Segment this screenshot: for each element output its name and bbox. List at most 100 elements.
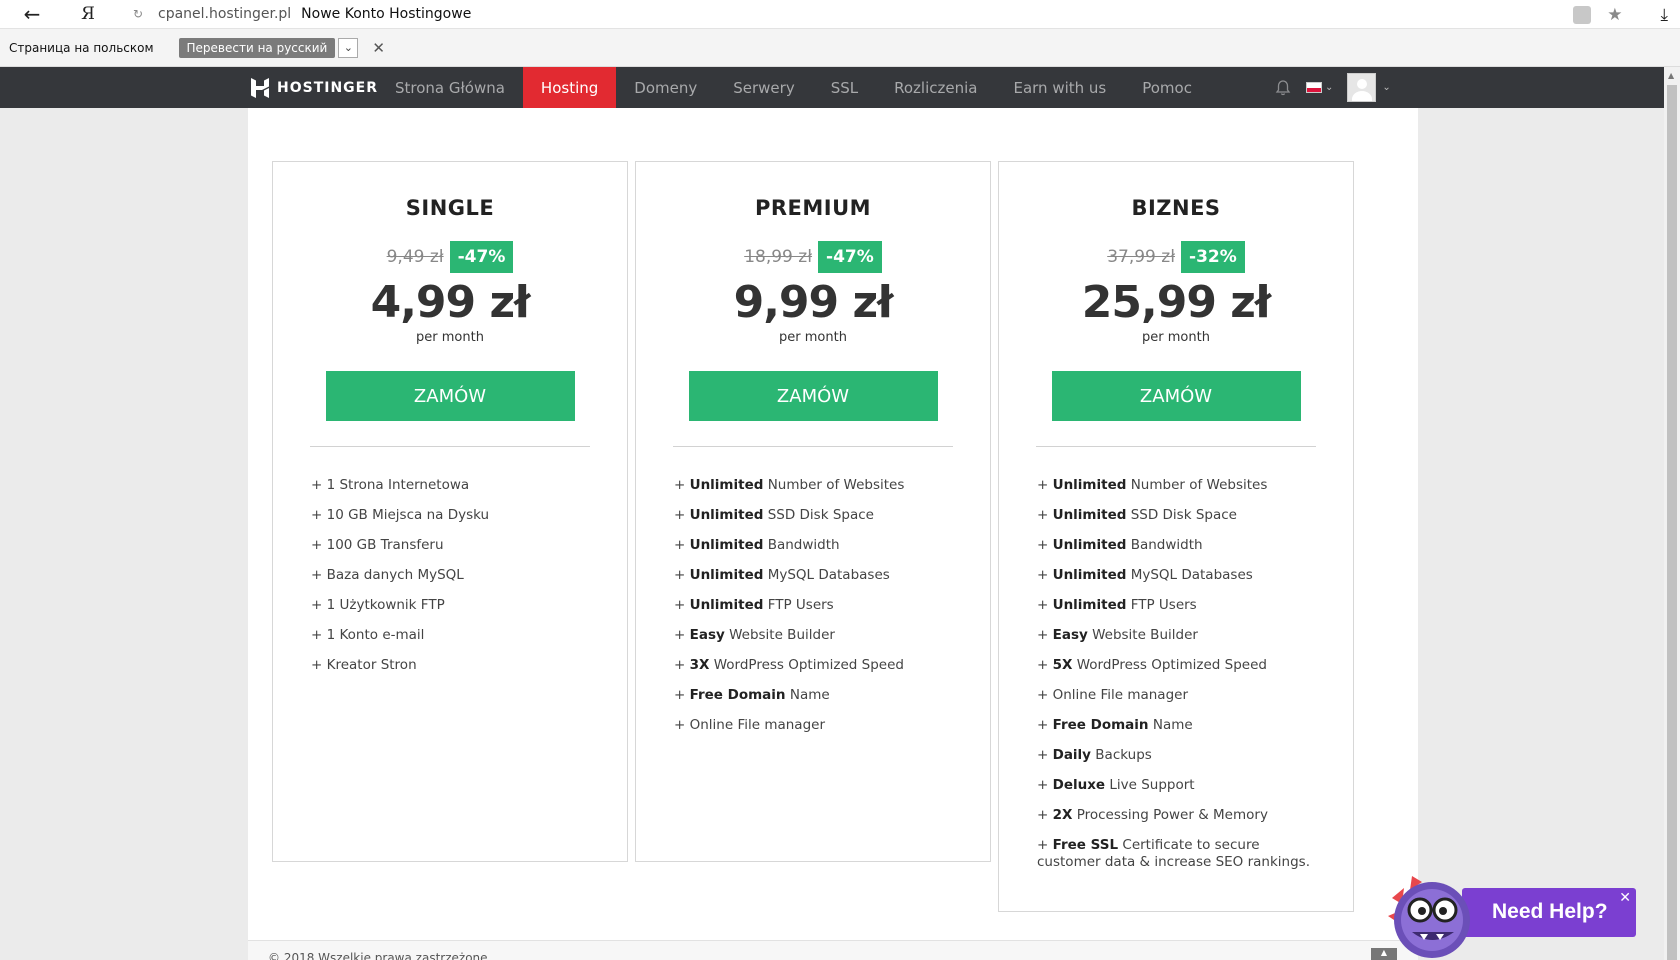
- feature-item: + Easy Website Builder: [674, 627, 835, 643]
- feature-item: + 1 Użytkownik FTP: [311, 597, 445, 613]
- feature-text: Bandwidth: [767, 537, 840, 553]
- feature-text: MySQL Databases: [767, 567, 890, 583]
- hostinger-logo-icon: [251, 77, 269, 98]
- feature-highlight: Unlimited: [1052, 537, 1127, 553]
- download-icon[interactable]: ⤓: [1660, 5, 1668, 25]
- need-help-widget[interactable]: Need Help? ✕: [1462, 888, 1636, 937]
- hostinger-logo[interactable]: HOSTINGER: [250, 67, 378, 108]
- nav-earn-with-us[interactable]: Earn with us: [995, 67, 1124, 108]
- feature-highlight: Unlimited: [1052, 597, 1127, 613]
- translate-bar: Страница на польском Перевести на русски…: [0, 29, 1680, 67]
- scroll-to-top-button[interactable]: ▲: [1371, 948, 1397, 960]
- discount-badge: -47%: [449, 241, 514, 273]
- feature-text: SSD Disk Space: [767, 507, 874, 523]
- translate-close-icon[interactable]: ✕: [372, 39, 385, 57]
- feature-item: + 3X WordPress Optimized Speed: [674, 657, 904, 673]
- price-period: per month: [779, 330, 847, 345]
- feature-item: + 1 Strona Internetowa: [311, 477, 470, 493]
- feature-item: + 100 GB Transferu: [311, 537, 444, 553]
- feature-item: + Unlimited SSD Disk Space: [674, 507, 874, 523]
- feature-highlight: Unlimited: [689, 567, 764, 583]
- plan-price: 4,99 zł: [370, 277, 531, 328]
- feature-text: MySQL Databases: [1130, 567, 1253, 583]
- back-arrow-icon[interactable]: ←: [0, 0, 64, 29]
- polish-flag-icon[interactable]: [1306, 82, 1322, 93]
- avatar[interactable]: [1347, 73, 1377, 102]
- feature-highlight: 3X: [689, 657, 710, 673]
- feature-item: + 2X Processing Power & Memory: [1037, 807, 1268, 823]
- feature-highlight: Free Domain: [689, 687, 786, 703]
- translate-options-dropdown[interactable]: ⌄: [338, 37, 359, 58]
- feature-text: 10 GB Miejsca na Dysku: [326, 507, 490, 523]
- feature-item: + Unlimited SSD Disk Space: [1037, 507, 1237, 523]
- plan-name: PREMIUM: [754, 196, 872, 220]
- feature-item: + 1 Konto e-mail: [311, 627, 425, 643]
- feature-highlight: Daily: [1052, 747, 1091, 763]
- yandex-logo[interactable]: Я: [64, 4, 112, 24]
- page-title[interactable]: Nowe Konto Hostingowe: [301, 6, 471, 22]
- old-price: 18,99 zł: [744, 247, 813, 267]
- account-chevron-down-icon[interactable]: ⌄: [1382, 82, 1390, 93]
- feature-highlight: Unlimited: [689, 597, 764, 613]
- help-close-icon[interactable]: ✕: [1619, 890, 1631, 906]
- plan-price: 9,99 zł: [733, 277, 894, 328]
- feature-item: + Unlimited FTP Users: [1037, 597, 1197, 613]
- feature-item: + Daily Backups: [1037, 747, 1152, 763]
- copyright-text: © 2018 Wszelkie prawa zastrzeżone: [268, 951, 488, 960]
- reload-icon[interactable]: ↻: [124, 7, 152, 21]
- chevron-down-icon[interactable]: ⌄: [1325, 82, 1333, 93]
- nav-rozliczenia[interactable]: Rozliczenia: [876, 67, 995, 108]
- feature-text: FTP Users: [767, 597, 834, 613]
- old-price: 37,99 zł: [1107, 247, 1176, 267]
- feature-item: + Unlimited Bandwidth: [674, 537, 840, 553]
- scroll-up-icon[interactable]: ▲: [1668, 71, 1674, 80]
- feature-text: Backups: [1095, 747, 1152, 763]
- nav-ssl[interactable]: SSL: [813, 67, 876, 108]
- feature-item: + Online File manager: [1037, 687, 1189, 703]
- feature-item: + Free Domain Name: [674, 687, 830, 703]
- feature-text: 1 Użytkownik FTP: [326, 597, 445, 613]
- feature-text: Number of Websites: [767, 477, 905, 493]
- feature-item: + Unlimited MySQL Databases: [674, 567, 890, 583]
- feature-highlight: Free Domain: [1052, 717, 1149, 733]
- feature-highlight: Deluxe: [1052, 777, 1106, 793]
- divider: [310, 446, 590, 447]
- feature-text: FTP Users: [1130, 597, 1197, 613]
- scrollbar-thumb[interactable]: [1667, 85, 1677, 960]
- need-help-text[interactable]: Need Help?: [1492, 900, 1608, 924]
- plan-card-biznes: BIZNES 37,99 zł -32% 25,99 zł per month …: [998, 161, 1354, 912]
- order-button-single[interactable]: ZAMÓW: [325, 371, 575, 421]
- feature-text: Name: [789, 687, 830, 703]
- order-button-biznes[interactable]: ZAMÓW: [1051, 371, 1301, 421]
- lock-icon[interactable]: [1573, 5, 1592, 24]
- price-period: per month: [416, 330, 484, 345]
- feature-highlight: 5X: [1052, 657, 1073, 673]
- feature-item: + 5X WordPress Optimized Speed: [1037, 657, 1267, 673]
- browser-toolbar: ← Я ↻ cpanel.hostinger.pl Nowe Konto Hos…: [0, 0, 1680, 29]
- feature-text: Processing Power & Memory: [1076, 807, 1268, 823]
- plan-card-single: SINGLE 9,49 zł -47% 4,99 zł per month ZA…: [272, 161, 628, 862]
- logo-text: HOSTINGER: [277, 79, 379, 96]
- mascot-icon[interactable]: [1382, 868, 1478, 960]
- feature-item: + Baza danych MySQL: [311, 567, 464, 583]
- nav-pomoc[interactable]: Pomoc: [1124, 67, 1210, 108]
- feature-text: Bandwidth: [1130, 537, 1203, 553]
- bookmark-star-icon[interactable]: ★: [1607, 5, 1622, 25]
- feature-list: + Unlimited Number of Websites + Unlimite…: [636, 477, 990, 734]
- nav-strona-glowna[interactable]: Strona Główna: [377, 67, 523, 108]
- feature-text: Kreator Stron: [326, 657, 417, 673]
- feature-item: + Deluxe Live Support: [1037, 777, 1195, 793]
- address-host[interactable]: cpanel.hostinger.pl: [158, 6, 291, 22]
- feature-text: Online File manager: [689, 717, 826, 733]
- order-button-premium[interactable]: ZAMÓW: [688, 371, 938, 421]
- nav-hosting[interactable]: Hosting: [522, 67, 617, 114]
- feature-text: Website Builder: [729, 627, 835, 643]
- bell-icon[interactable]: [1274, 79, 1292, 97]
- page-scrollbar[interactable]: ▲: [1664, 67, 1680, 960]
- translate-button[interactable]: Перевести на русский: [178, 37, 336, 58]
- nav-serwery[interactable]: Serwery: [715, 67, 812, 108]
- nav-domeny[interactable]: Domeny: [616, 67, 715, 108]
- feature-text: SSD Disk Space: [1130, 507, 1237, 523]
- feature-text: Baza danych MySQL: [326, 567, 464, 583]
- price-period: per month: [1142, 330, 1210, 345]
